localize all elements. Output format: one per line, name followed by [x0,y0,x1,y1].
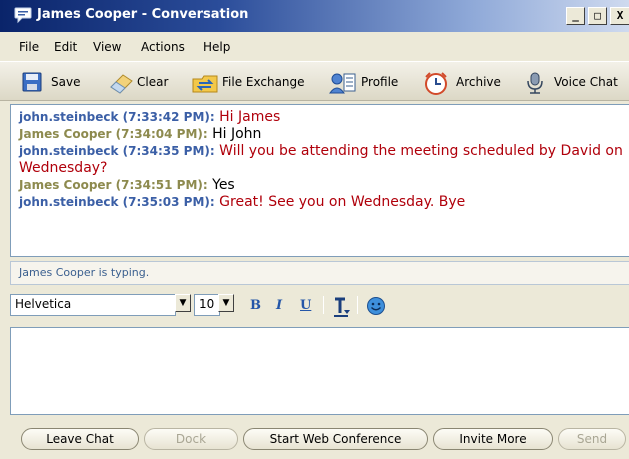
chat-message: john.steinbeck (7:33:42 PM): Hi James [19,109,625,126]
profile-button[interactable]: Profile [329,71,411,95]
message-sender: James Cooper (7:34:04 PM): [19,127,208,141]
leave-chat-button[interactable]: Leave Chat [21,428,139,450]
save-button[interactable]: Save [22,71,92,95]
format-separator [357,296,358,314]
conversation-window: James Cooper - Conversation _ □ X File E… [0,0,629,459]
menu-view[interactable]: View [93,40,121,54]
toolbar: Save Clear File Exchange Profile Archive… [0,61,629,101]
text-color-icon[interactable] [333,297,351,317]
size-dropdown-arrow-icon[interactable]: ▼ [218,294,234,312]
send-button[interactable]: Send [558,428,626,450]
chat-message: john.steinbeck (7:35:03 PM): Great! See … [19,194,625,211]
font-select[interactable]: Helvetica [10,294,176,316]
size-select[interactable]: 10 [194,294,220,316]
clock-icon [425,72,447,95]
microphone-icon [527,72,543,94]
menu-bar: File Edit View Actions Help [0,37,629,59]
message-sender: James Cooper (7:34:51 PM): [19,178,208,192]
minimize-button[interactable]: _ [566,7,585,25]
menu-file[interactable]: File [19,40,39,54]
message-sender: john.steinbeck (7:35:03 PM): [19,195,215,209]
chat-message: James Cooper (7:34:51 PM): Yes [19,177,625,194]
menu-edit[interactable]: Edit [54,40,77,54]
format-separator [323,296,324,314]
underline-button[interactable]: U [300,298,311,313]
action-buttons: Leave Chat Dock Start Web Conference Inv… [0,418,629,459]
italic-button[interactable]: I [276,298,282,313]
menu-help[interactable]: Help [203,40,230,54]
menu-actions[interactable]: Actions [141,40,185,54]
voice-chat-button[interactable]: Voice Chat [524,71,629,95]
chat-bubble-icon [14,7,32,24]
chat-message: john.steinbeck (7:34:35 PM): Will you be… [19,143,625,177]
chat-message: James Cooper (7:34:04 PM): Hi John [19,126,625,143]
message-input[interactable] [10,327,629,415]
font-dropdown-arrow-icon[interactable]: ▼ [175,294,191,312]
message-sender: john.steinbeck (7:33:42 PM): [19,110,215,124]
message-text: Hi James [219,109,281,125]
typing-status: James Cooper is typing. [10,261,629,285]
conversation-history[interactable]: john.steinbeck (7:33:42 PM): Hi James Jam… [10,104,629,257]
bold-button[interactable]: B [250,298,261,313]
message-text: Hi John [212,126,262,142]
start-web-conference-button[interactable]: Start Web Conference [243,428,428,450]
invite-more-button[interactable]: Invite More [433,428,553,450]
profile-card-icon [329,73,356,94]
close-button[interactable]: X [610,7,629,25]
format-toolbar: Helvetica ▼ 10 ▼ B I U [10,292,629,324]
emoticon-icon[interactable] [366,296,386,316]
maximize-button[interactable]: □ [588,7,607,25]
archive-button[interactable]: Archive [422,71,512,95]
folder-exchange-icon [192,75,218,93]
dock-button[interactable]: Dock [144,428,238,450]
message-text: Great! See you on Wednesday. Bye [219,194,466,210]
file-exchange-button[interactable]: File Exchange [191,71,311,95]
clear-button[interactable]: Clear [107,71,177,95]
window-title: James Cooper - Conversation [37,7,249,22]
title-bar[interactable]: James Cooper - Conversation _ □ X [0,0,629,32]
message-text: Yes [212,177,235,193]
message-sender: john.steinbeck (7:34:35 PM): [19,144,215,158]
eraser-icon [110,74,133,94]
floppy-disk-icon [22,72,42,92]
